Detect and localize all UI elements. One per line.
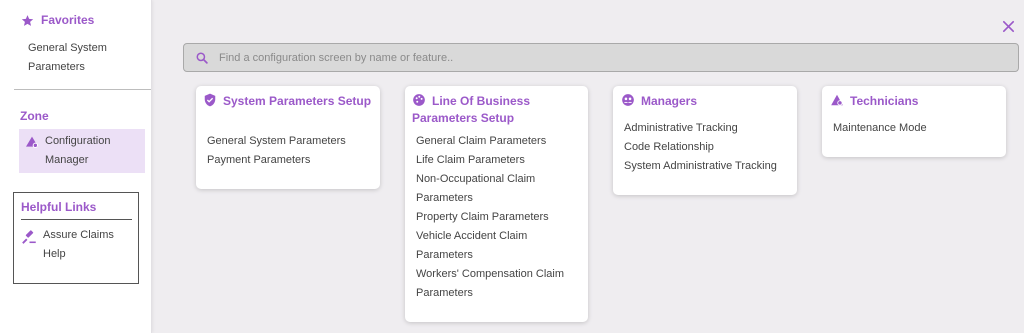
help-link-label: Assure Claims Help [43, 229, 114, 260]
card-system-parameters-setup: System Parameters Setup General System P… [196, 86, 380, 189]
star-icon [21, 14, 34, 26]
zone-item-configuration-manager[interactable]: Configuration Manager [19, 129, 145, 173]
link-property-claim-parameters[interactable]: Property Claim Parameters [416, 208, 574, 227]
card-line-of-business-parameters-setup: Line Of Business Parameters Setup Genera… [405, 86, 588, 322]
link-vehicle-accident-claim-parameters[interactable]: Vehicle Accident Claim Parameters [416, 227, 574, 265]
zone-item-label: Configuration Manager [45, 135, 111, 166]
link-non-occupational-claim-parameters[interactable]: Non-Occupational Claim Parameters [416, 170, 574, 208]
link-system-administrative-tracking[interactable]: System Administrative Tracking [624, 157, 796, 176]
helpful-links-box: Helpful Links Assure Claims Help [13, 192, 139, 284]
favorites-header: Favorites [21, 13, 94, 27]
link-code-relationship[interactable]: Code Relationship [624, 138, 796, 157]
close-icon [1002, 20, 1015, 33]
card-title-text: Technicians [850, 94, 919, 108]
zone-title: Zone [20, 109, 49, 123]
card-title-text: Managers [641, 94, 698, 108]
users-icon [622, 94, 634, 106]
close-button[interactable] [1001, 19, 1016, 34]
link-life-claim-parameters[interactable]: Life Claim Parameters [416, 151, 574, 170]
search-bar [183, 43, 1019, 72]
card-link-list: Administrative Tracking Code Relationshi… [624, 119, 796, 176]
link-maintenance-mode[interactable]: Maintenance Mode [833, 119, 1003, 138]
search-input[interactable] [219, 44, 999, 71]
favorite-item-general-system-parameters[interactable]: General System Parameters [28, 39, 140, 77]
link-administrative-tracking[interactable]: Administrative Tracking [624, 119, 796, 138]
card-title: Technicians [830, 93, 1000, 110]
link-workers-compensation-claim-parameters[interactable]: Workers' Compensation Claim Parameters [416, 265, 574, 303]
sidebar: Favorites General System Parameters Zone… [0, 0, 152, 333]
link-general-claim-parameters[interactable]: General Claim Parameters [416, 132, 574, 151]
card-title-text: System Parameters Setup [223, 94, 372, 108]
helpful-links-title: Helpful Links [21, 200, 97, 214]
link-payment-parameters[interactable]: Payment Parameters [207, 151, 375, 170]
card-technicians: Technicians Maintenance Mode [822, 86, 1006, 157]
sidebar-divider [14, 89, 151, 90]
favorites-title: Favorites [41, 13, 95, 27]
card-link-list: General System Parameters Payment Parame… [207, 132, 375, 170]
search-icon [196, 52, 208, 64]
gavel-icon [22, 230, 36, 244]
shield-check-icon [204, 93, 216, 107]
tools-icon [831, 94, 843, 106]
helpful-links-divider [21, 219, 132, 220]
card-title: System Parameters Setup [203, 93, 375, 110]
card-link-list: General Claim Parameters Life Claim Para… [416, 132, 574, 303]
card-link-list: Maintenance Mode [833, 119, 1003, 138]
card-title: Line Of Business Parameters Setup [412, 93, 582, 127]
card-managers: Managers Administrative Tracking Code Re… [613, 86, 797, 195]
link-general-system-parameters[interactable]: General System Parameters [207, 132, 375, 151]
config-tools-icon [26, 136, 38, 148]
card-title: Managers [621, 93, 791, 110]
palette-icon [413, 94, 425, 106]
card-title-text: Line Of Business Parameters Setup [412, 94, 531, 125]
